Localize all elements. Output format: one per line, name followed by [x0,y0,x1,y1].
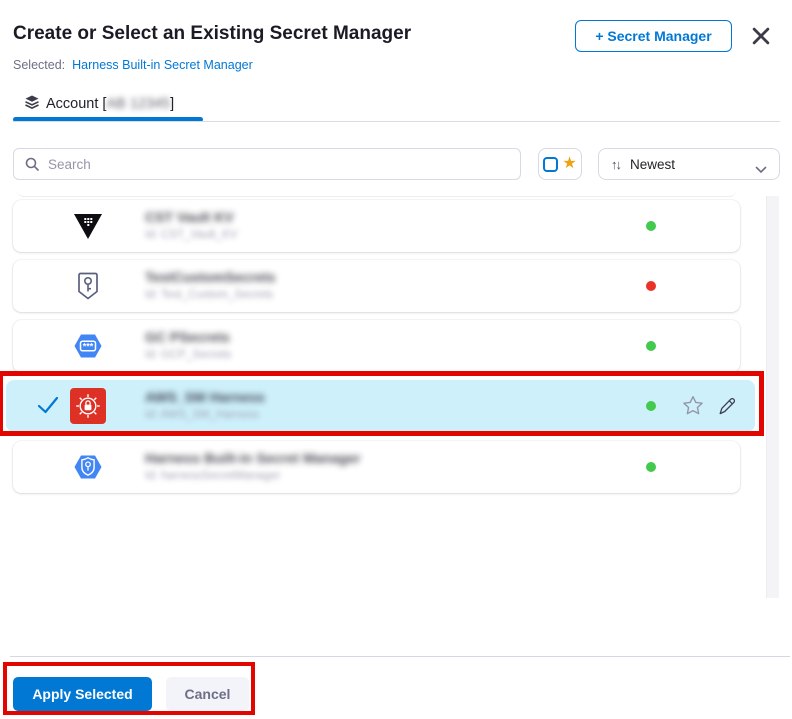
list-item-vault[interactable]: CST Vault KV Id: CST_Vault_KV [13,200,740,252]
list-item-custom[interactable]: TestCustomSecrets Id: Test_Custom_Secret… [13,260,740,312]
add-secret-manager-button[interactable]: + Secret Manager [575,20,732,52]
layers-icon [24,94,40,114]
search-box [13,148,521,180]
sort-dropdown[interactable]: ↑↓ Newest [598,148,780,180]
aws-secrets-manager-icon [70,388,106,424]
cancel-button[interactable]: Cancel [166,677,249,711]
status-dot-green [646,401,656,411]
list-item-gcp[interactable]: *** GC PSecrets Id: GCP_Secrets [13,320,740,372]
status-dot-green [646,341,656,351]
secret-manager-name: TestCustomSecrets [145,269,275,285]
footer-divider [10,656,790,657]
secret-manager-name: GC PSecrets [145,329,231,345]
close-icon[interactable] [751,26,771,46]
hashicorp-vault-icon [70,208,106,244]
chevron-down-icon [755,161,767,169]
secret-manager-name: Harness Built-in Secret Manager [145,450,361,466]
row-text: TestCustomSecrets Id: Test_Custom_Secret… [145,269,275,301]
selected-summary: Selected: Harness Built-in Secret Manager [13,58,253,72]
secret-manager-name: AWS_SM Harness [145,389,265,405]
row-text: CST Vault KV Id: CST_Vault_KV [145,209,237,241]
secret-manager-id: Id: GCP_Secrets [145,349,231,361]
star-outline-icon[interactable] [680,393,706,419]
favorites-checkbox[interactable] [543,157,558,172]
secret-manager-id: Id: harnessSecretManager [145,470,361,482]
harness-secret-manager-icon [70,449,106,485]
tab-account[interactable]: Account [AB 12345] [24,94,174,114]
svg-text:***: *** [83,342,94,352]
list-scrollbar[interactable] [766,196,779,598]
custom-secret-manager-icon [70,268,106,304]
pencil-icon[interactable] [716,395,738,417]
sort-selected-value: Newest [630,157,675,172]
masked-account-id: AB 12345 [106,96,170,112]
gcp-secret-manager-icon: *** [70,328,106,364]
star-icon: ★ [562,156,576,172]
secret-manager-id: Id: Test_Custom_Secrets [145,289,275,301]
status-dot-red [646,281,656,291]
sort-arrows-icon: ↑↓ [611,157,620,172]
list-item-aws-selected[interactable]: AWS_SM Harness Id: AWS_SM_Harness [6,380,755,432]
row-text: AWS_SM Harness Id: AWS_SM_Harness [145,389,265,421]
status-dot-green [646,221,656,231]
check-icon [36,395,60,415]
search-input[interactable] [13,148,521,180]
secret-manager-name: CST Vault KV [145,209,237,225]
selected-secret-manager-link[interactable]: Harness Built-in Secret Manager [72,58,253,72]
list-item-harness[interactable]: Harness Built-in Secret Manager Id: harn… [13,441,740,493]
status-dot-green [646,462,656,472]
row-text: Harness Built-in Secret Manager Id: harn… [145,450,361,482]
row-text: GC PSecrets Id: GCP_Secrets [145,329,231,361]
secret-manager-id: Id: CST_Vault_KV [145,229,237,241]
scrolled-card-edge [16,188,737,197]
tab-bottom-border [13,121,780,122]
tab-account-label: Account [AB 12345] [46,96,174,112]
apply-selected-button[interactable]: Apply Selected [13,677,152,711]
secret-manager-id: Id: AWS_SM_Harness [145,409,265,421]
selected-label: Selected: [13,58,65,72]
favorites-filter[interactable]: ★ [538,148,582,180]
page-title: Create or Select an Existing Secret Mana… [13,23,411,45]
secret-manager-modal: Create or Select an Existing Secret Mana… [0,0,792,719]
